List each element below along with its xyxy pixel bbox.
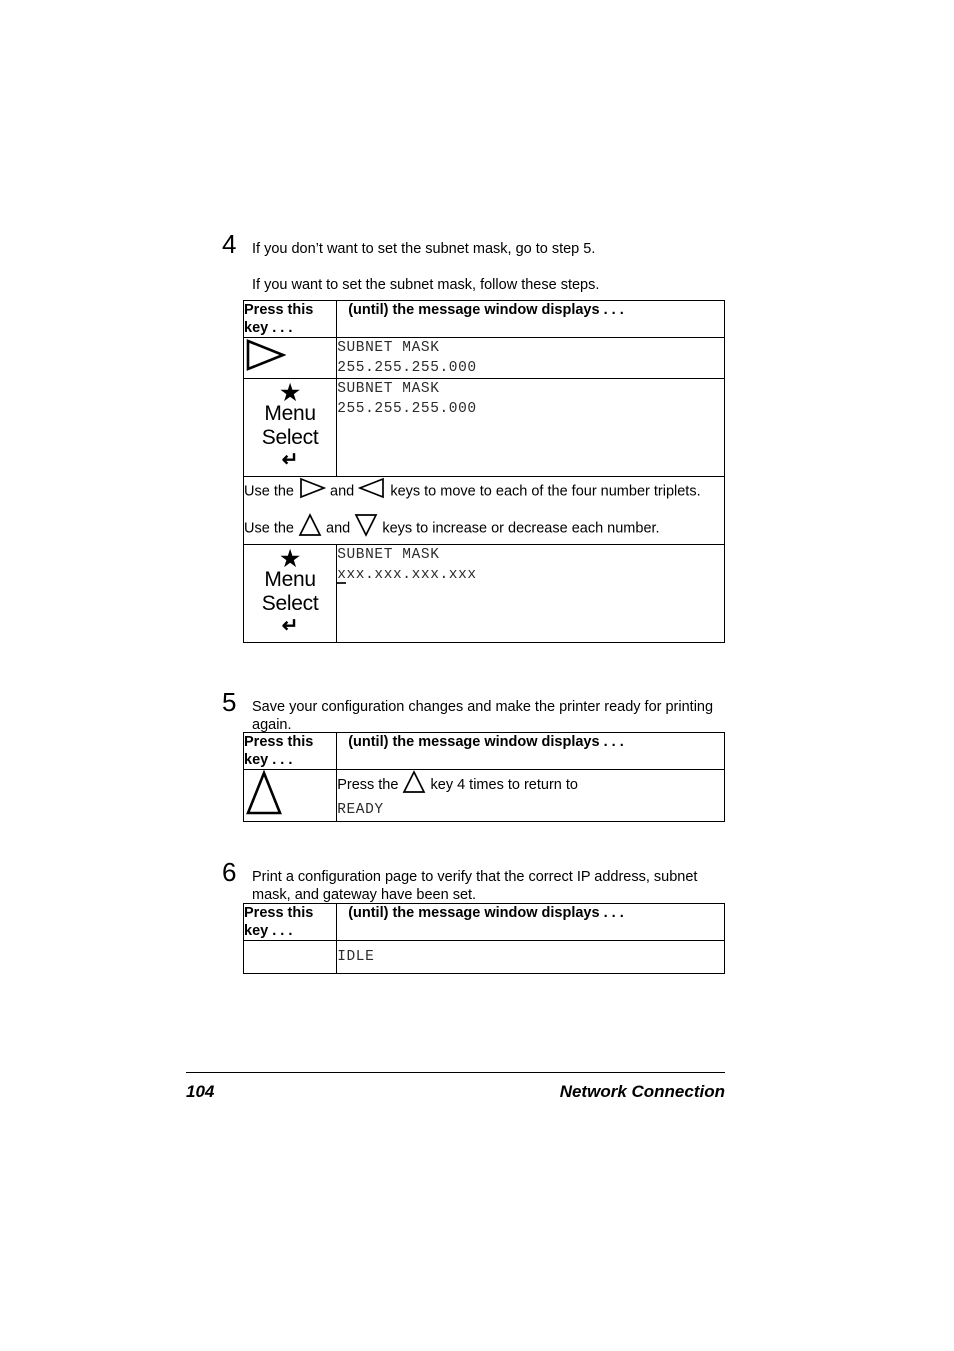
step-6-number: 6: [222, 857, 237, 887]
lcd-line-value: 255.255.255.000: [337, 401, 477, 417]
page-number: 104: [186, 1082, 215, 1101]
up-arrow-icon: [298, 513, 322, 544]
instruction-line-2: Use the and keys to increase or decrease…: [244, 513, 724, 544]
press-the-label: Press the: [337, 776, 399, 793]
step-5-number: 5: [222, 687, 237, 717]
running-title: Network Connection: [559, 1082, 725, 1101]
down-arrow-icon: [354, 513, 378, 544]
header-press-this-key: Press this key . . .: [242, 732, 338, 770]
up-arrow-icon: [402, 770, 426, 800]
up-arrow-icon: [244, 769, 284, 821]
select-label: Select: [261, 592, 319, 615]
key-cell-menu-select: ★ Menu Select ↵: [242, 544, 338, 643]
header-message-window: (until) the message window displays . . …: [336, 732, 725, 770]
step-4-subtext: If you want to set the subnet mask, foll…: [252, 277, 600, 293]
table-header-row: Press this key . . . (until) the message…: [242, 903, 725, 941]
star-icon: ★: [280, 380, 300, 405]
lcd-line-ready: READY: [337, 802, 384, 818]
left-arrow-icon: [357, 477, 386, 506]
table-row-instructions: Use the and keys to move to each of the …: [243, 476, 725, 545]
lcd-line-value: 255.255.255.000: [337, 360, 477, 376]
step-4-block: 4 If you don’t want to set the subnet ma…: [222, 231, 732, 258]
message-cell: IDLE: [336, 940, 725, 974]
step-4-text: If you don’t want to set the subnet mask…: [252, 241, 596, 257]
instruction-cell: Use the and keys to move to each of the …: [243, 476, 725, 545]
key-times-label: key 4 times to return to: [430, 776, 578, 793]
enter-arrow-icon: ↵: [281, 615, 299, 637]
header-message-window: (until) the message window displays . . …: [336, 903, 725, 941]
message-cell: SUBNET MASK 255.255.255.000: [336, 378, 725, 477]
enter-arrow-icon: ↵: [281, 449, 299, 471]
message-cell: SUBNET MASK xxx.xxx.xxx.xxx: [336, 544, 725, 643]
message-cell: Press the key 4 times to return to READY: [336, 769, 725, 822]
lcd-line-title: SUBNET MASK: [337, 547, 440, 563]
menu-select-key-graphic: ★ Menu Select ↵: [244, 545, 336, 642]
message-cell: SUBNET MASK 255.255.255.000: [336, 337, 725, 379]
step-5-text: Save your configuration changes and make…: [252, 699, 714, 733]
header-message-window: (until) the message window displays . . …: [336, 300, 725, 338]
key-cell-up-arrow: [242, 769, 338, 822]
step-4-subtext-block: If you want to set the subnet mask, foll…: [222, 276, 732, 294]
select-label: Select: [261, 426, 319, 449]
step-6-table: Press this key . . . (until) the message…: [242, 903, 725, 974]
footer-divider: [186, 1072, 725, 1073]
menu-label: Menu: [264, 402, 316, 425]
key-cell-empty: [242, 940, 338, 974]
instruction-1-pre: Use the: [244, 483, 294, 500]
key-cell-menu-select: ★ Menu Select ↵: [242, 378, 338, 477]
table-row: ★ Menu Select ↵ SUBNET MASK 255.255.255.…: [242, 378, 725, 477]
instruction-2-mid: and: [326, 520, 351, 537]
step-6-text: Print a configuration page to verify tha…: [252, 869, 698, 903]
lcd-line-title: SUBNET MASK: [337, 381, 440, 397]
instruction-press-up-key: Press the key 4 times to return to: [337, 770, 724, 800]
step-5-block: 5 Save your configuration changes and ma…: [222, 689, 732, 734]
lcd-line-value: xxx.xxx.xxx.xxx: [337, 567, 477, 584]
right-arrow-icon: [244, 338, 287, 377]
lcd-line-idle: IDLE: [337, 949, 375, 965]
table-row: Press the key 4 times to return to READY: [242, 769, 725, 822]
table-header-row: Press this key . . . (until) the message…: [242, 300, 725, 338]
instruction-1-mid: and: [330, 483, 355, 500]
document-page: 4 If you don’t want to set the subnet ma…: [0, 0, 954, 1351]
header-press-this-key: Press this key . . .: [242, 300, 338, 338]
star-icon: ★: [280, 546, 300, 571]
table-row: SUBNET MASK 255.255.255.000: [242, 337, 725, 379]
menu-select-key-graphic: ★ Menu Select ↵: [244, 379, 336, 476]
instruction-1-post: keys to move to each of the four number …: [390, 483, 701, 500]
instruction-2-post: keys to increase or decrease each number…: [382, 520, 660, 537]
table-row: ★ Menu Select ↵ SUBNET MASK xxx.xxx.xxx.…: [242, 544, 725, 643]
step-6-block: 6 Print a configuration page to verify t…: [222, 859, 732, 904]
step-4-number: 4: [222, 229, 237, 259]
step-4-table: Press this key . . . (until) the message…: [242, 300, 725, 643]
instruction-2-pre: Use the: [244, 520, 294, 537]
table-row: IDLE: [242, 940, 725, 974]
key-cell-right-arrow: [242, 337, 338, 379]
instruction-line-1: Use the and keys to move to each of the …: [244, 477, 724, 506]
header-press-this-key: Press this key . . .: [242, 903, 338, 941]
right-arrow-icon: [298, 477, 327, 506]
lcd-line-title: SUBNET MASK: [337, 340, 440, 356]
step-5-table: Press this key . . . (until) the message…: [242, 732, 725, 822]
menu-label: Menu: [264, 568, 316, 591]
table-header-row: Press this key . . . (until) the message…: [242, 732, 725, 770]
